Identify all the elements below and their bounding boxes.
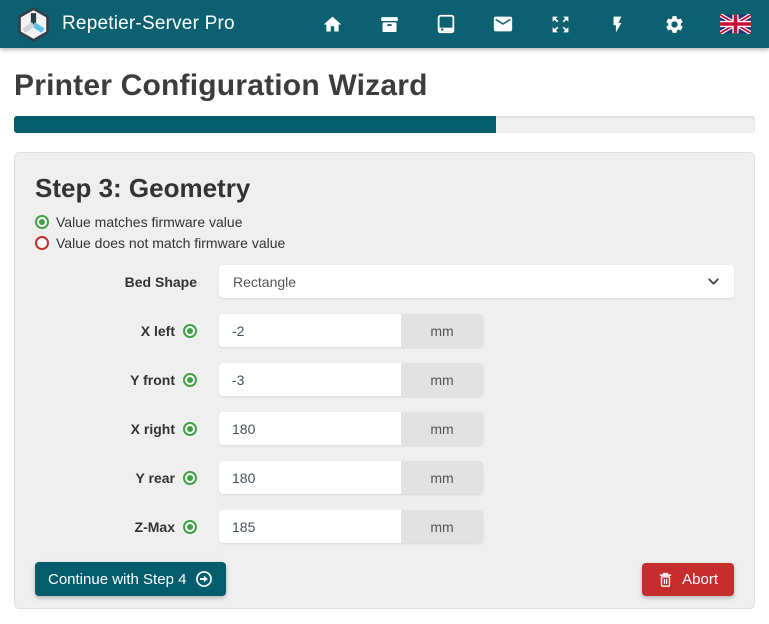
- navbar: Repetier-Server Pro: [0, 0, 769, 48]
- mismatch-status-icon: [35, 236, 49, 250]
- wizard-progress-fill: [14, 116, 496, 133]
- x-left-input[interactable]: [219, 314, 401, 347]
- y-rear-input[interactable]: [219, 461, 401, 494]
- abort-button[interactable]: Abort: [642, 563, 734, 596]
- z-max-label: Z-Max: [135, 519, 175, 535]
- x-right-label: X right: [131, 421, 175, 437]
- continue-step-button[interactable]: Continue with Step 4: [35, 562, 226, 596]
- archive-box-icon[interactable]: [377, 12, 401, 36]
- x-right-input[interactable]: [219, 412, 401, 445]
- y-rear-label: Y rear: [136, 470, 175, 486]
- lightning-icon[interactable]: [605, 12, 629, 36]
- match-status-icon: [183, 520, 197, 534]
- step-title: Step 3: Geometry: [35, 173, 734, 204]
- gear-icon[interactable]: [662, 12, 686, 36]
- legend-match-label: Value matches firmware value: [56, 214, 242, 230]
- y-front-label: Y front: [130, 372, 175, 388]
- bed-shape-select[interactable]: Rectangle: [219, 265, 734, 298]
- y-front-input[interactable]: [219, 363, 401, 396]
- match-status-icon: [183, 471, 197, 485]
- wizard-step-card: Step 3: Geometry Value matches firmware …: [14, 152, 755, 609]
- y-front-row: Y front mm: [35, 363, 734, 396]
- page-title: Printer Configuration Wizard: [14, 69, 755, 103]
- main-content: Printer Configuration Wizard Step 3: Geo…: [0, 69, 769, 609]
- wizard-progress-bar: [14, 116, 755, 133]
- legend-mismatch-label: Value does not match firmware value: [56, 235, 285, 251]
- unit-addon: mm: [401, 461, 483, 494]
- match-status-icon: [183, 373, 197, 387]
- unit-addon: mm: [401, 363, 483, 396]
- legend-match-row: Value matches firmware value: [35, 214, 734, 230]
- match-status-icon: [183, 324, 197, 338]
- firmware-legend: Value matches firmware value Value does …: [35, 214, 734, 251]
- bed-shape-label: Bed Shape: [125, 274, 197, 290]
- abort-label: Abort: [682, 571, 718, 588]
- expand-arrows-icon[interactable]: [548, 12, 572, 36]
- x-left-label: X left: [141, 323, 175, 339]
- unit-addon: mm: [401, 412, 483, 445]
- continue-step-label: Continue with Step 4: [48, 571, 186, 588]
- unit-addon: mm: [401, 314, 483, 347]
- repetier-logo-icon[interactable]: [16, 7, 51, 42]
- match-status-icon: [35, 215, 49, 229]
- uk-flag-icon[interactable]: [719, 12, 751, 36]
- navbar-menu: [320, 12, 753, 36]
- z-max-input[interactable]: [219, 510, 401, 543]
- bed-shape-value: Rectangle: [233, 274, 707, 290]
- x-right-row: X right mm: [35, 412, 734, 445]
- y-rear-row: Y rear mm: [35, 461, 734, 494]
- x-left-row: X left mm: [35, 314, 734, 347]
- chevron-down-icon: [707, 275, 720, 288]
- home-icon[interactable]: [320, 12, 344, 36]
- bed-shape-row: Bed Shape Rectangle: [35, 265, 734, 298]
- app-title: Repetier-Server Pro: [62, 13, 235, 35]
- mail-icon[interactable]: [491, 12, 515, 36]
- unit-addon: mm: [401, 510, 483, 543]
- wizard-actions: Continue with Step 4 Abort: [35, 562, 734, 596]
- trash-icon: [658, 571, 673, 588]
- match-status-icon: [183, 422, 197, 436]
- printer-display-icon[interactable]: [434, 12, 458, 36]
- z-max-row: Z-Max mm: [35, 510, 734, 543]
- arrow-right-circle-icon: [195, 570, 213, 588]
- legend-mismatch-row: Value does not match firmware value: [35, 235, 734, 251]
